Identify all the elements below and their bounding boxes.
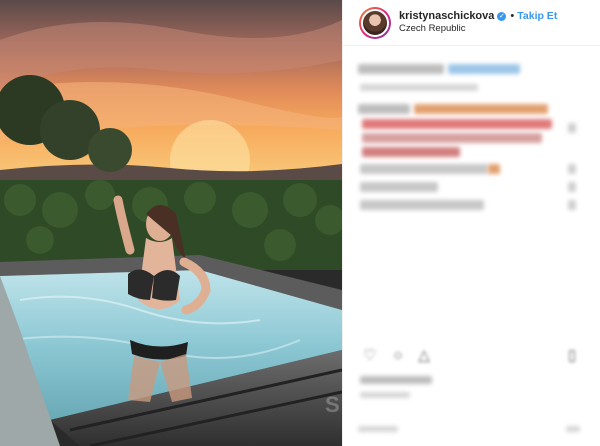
username-link[interactable]: kristynaschickova <box>399 10 494 24</box>
svg-text:S: S <box>325 392 340 417</box>
comment-emoji-line <box>362 133 542 143</box>
timestamp <box>360 392 410 398</box>
comment-emoji-line <box>362 147 460 157</box>
comment-icon[interactable]: ○ <box>390 348 406 364</box>
comment-line <box>360 164 488 174</box>
comment-emoji <box>488 164 500 174</box>
comment-line <box>360 200 484 210</box>
comment-like-icon[interactable] <box>568 123 576 133</box>
follow-button[interactable]: Takip Et <box>517 10 557 23</box>
bookmark-icon[interactable]: ▯ <box>564 348 580 364</box>
comment-emoji-line <box>414 104 548 114</box>
more-options-icon[interactable] <box>566 426 580 432</box>
share-icon[interactable]: △ <box>416 348 432 364</box>
comment-like-icon[interactable] <box>568 200 576 210</box>
verified-badge-icon: ✓ <box>497 12 507 22</box>
comment-like-icon[interactable] <box>568 182 576 192</box>
caption-meta <box>360 84 478 91</box>
post-image: S <box>0 0 342 446</box>
comment-emoji-line <box>362 119 552 129</box>
comment-line <box>360 182 438 192</box>
caption-line <box>358 64 444 74</box>
comment-like-icon[interactable] <box>568 164 576 174</box>
post-photo[interactable]: S <box>0 0 342 446</box>
likes-count[interactable] <box>360 376 432 384</box>
comment-line <box>358 104 410 114</box>
location-link[interactable]: Czech Republic <box>399 23 557 35</box>
separator-dot: • <box>510 9 515 22</box>
avatar[interactable] <box>359 6 391 39</box>
add-comment-input[interactable] <box>358 426 398 432</box>
heart-icon[interactable]: ♡ <box>362 348 378 364</box>
caption-link <box>448 64 520 74</box>
post-header: kristynaschickova ✓ • Takip Et Czech Rep… <box>343 0 600 46</box>
action-bar: ♡ ○ △ ▯ <box>358 346 583 368</box>
